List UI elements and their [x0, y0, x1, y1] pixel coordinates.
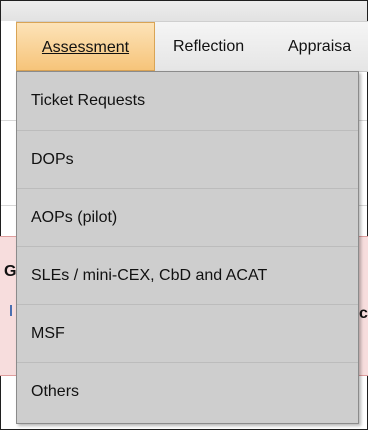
- menu-item-ticket-requests[interactable]: Ticket Requests: [17, 72, 358, 130]
- nav-tab-appraisal[interactable]: Appraisa: [288, 22, 351, 71]
- nav-tab-assessment[interactable]: Assessment: [16, 22, 155, 71]
- menu-item-dops[interactable]: DOPs: [17, 130, 358, 188]
- menu-item-aops-pilot[interactable]: AOPs (pilot): [17, 188, 358, 246]
- nav-tab-reflection[interactable]: Reflection: [173, 22, 244, 71]
- menu-item-others[interactable]: Others: [17, 362, 358, 420]
- menu-item-sles-mini-cex-cbd-acat[interactable]: SLEs / mini-CEX, CbD and ACAT: [17, 246, 358, 304]
- background-text-fragment: c: [359, 305, 368, 322]
- main-nav-bar: Assessment Reflection Appraisa: [16, 21, 368, 72]
- assessment-dropdown-menu: Ticket Requests DOPs AOPs (pilot) SLEs /…: [16, 71, 359, 424]
- menu-item-msf[interactable]: MSF: [17, 304, 358, 362]
- background-text-fragment: G: [4, 263, 17, 280]
- link-underline-fragment: [10, 305, 12, 316]
- top-strip: [1, 1, 367, 21]
- screen: Assessment Reflection Appraisa G c Ticke…: [0, 0, 368, 430]
